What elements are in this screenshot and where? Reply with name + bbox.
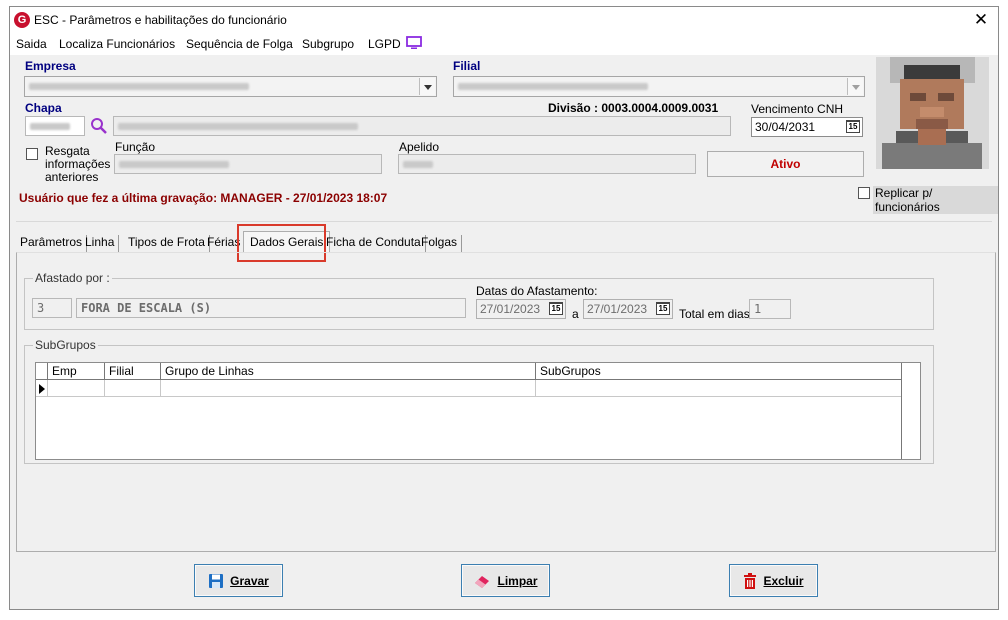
- data-inicio-date[interactable]: 27/01/2023 15: [476, 299, 566, 319]
- apelido-label: Apelido: [399, 140, 440, 154]
- grid-header-subgrupos[interactable]: SubGrupos: [536, 363, 902, 380]
- close-icon[interactable]: ✕: [970, 9, 992, 31]
- funcionario-nome-redacted: [118, 123, 358, 130]
- last-save-info: Usuário que fez a última gravação: MANAG…: [19, 191, 388, 205]
- grid-header-emp[interactable]: Emp: [48, 363, 105, 380]
- menu-sequencia-folga[interactable]: Sequência de Folga: [186, 37, 293, 51]
- grid-header-grupo-linhas[interactable]: Grupo de Linhas: [161, 363, 536, 380]
- menu-lgpd[interactable]: LGPD: [368, 37, 401, 51]
- subgrupos-grid[interactable]: Emp Filial Grupo de Linhas SubGrupos: [35, 362, 921, 460]
- apelido-field: [398, 154, 696, 174]
- gravar-label: Gravar: [230, 573, 269, 588]
- funcao-value-redacted: [119, 161, 229, 168]
- funcao-label: Função: [115, 140, 156, 154]
- limpar-button[interactable]: Limpar: [461, 564, 550, 597]
- eraser-icon: [475, 575, 490, 588]
- menu-saida[interactable]: Saida: [16, 37, 47, 51]
- vencimento-cnh-label: Vencimento CNH: [751, 102, 844, 116]
- apelido-value-redacted: [403, 161, 433, 168]
- row-indicator-cell: [36, 380, 48, 397]
- gravar-button[interactable]: Gravar: [194, 564, 283, 597]
- a-label: a: [572, 307, 579, 321]
- grid-right-border: [901, 363, 902, 459]
- window-title: ESC - Parâmetros e habilitações do funci…: [34, 13, 287, 27]
- replicar-checkbox[interactable]: [858, 187, 870, 199]
- empresa-combo[interactable]: [24, 76, 437, 97]
- chapa-input[interactable]: [25, 116, 85, 136]
- afastado-code-field: 3: [32, 298, 72, 318]
- search-icon[interactable]: [90, 117, 108, 135]
- afastado-legend: Afastado por :: [33, 271, 112, 285]
- save-icon: [209, 573, 224, 588]
- employee-photo: [876, 57, 989, 169]
- grid-header-filial[interactable]: Filial: [105, 363, 161, 380]
- tab-parametros[interactable]: Parâmetros: [18, 235, 88, 252]
- resgata-checkbox[interactable]: [26, 148, 38, 160]
- resgata-label-line2: informações: [45, 157, 111, 171]
- vencimento-cnh-value: 30/04/2031: [755, 120, 816, 134]
- filial-combo[interactable]: [453, 76, 865, 97]
- replicar-label: Replicar p/ funcionários: [873, 186, 998, 214]
- cell-grupo-linhas[interactable]: [161, 380, 536, 397]
- subgrupos-legend: SubGrupos: [33, 338, 98, 352]
- chapa-label: Chapa: [25, 101, 62, 115]
- grid-header: Emp Filial Grupo de Linhas SubGrupos: [36, 363, 902, 380]
- trash-icon: [744, 572, 757, 589]
- afastado-group: Afastado por : 3 FORA DE ESCALA (S) Data…: [24, 271, 934, 330]
- limpar-label: Limpar: [497, 573, 538, 588]
- status-ativo-button[interactable]: Ativo: [707, 151, 864, 177]
- chapa-value-redacted: [30, 123, 70, 130]
- filial-value-redacted: [458, 83, 648, 90]
- chevron-down-icon[interactable]: [419, 78, 435, 95]
- grid-header-indicator: [36, 363, 48, 380]
- title-bar: G ESC - Parâmetros e habilitações do fun…: [10, 7, 998, 33]
- main-window: G ESC - Parâmetros e habilitações do fun…: [9, 6, 999, 610]
- total-dias-label: Total em dias:: [679, 307, 754, 321]
- chevron-down-icon[interactable]: [847, 78, 863, 95]
- row-pointer-icon: [39, 384, 45, 394]
- tab-linha[interactable]: Linha: [83, 235, 120, 252]
- tab-ficha-conduta[interactable]: Ficha de Conduta: [324, 235, 426, 252]
- resgata-label: Resgata informações anteriores: [45, 145, 110, 184]
- menu-bar: Saida Localiza Funcionários Sequência de…: [10, 33, 998, 55]
- divisao-text: Divisão : 0003.0004.0009.0031: [548, 101, 719, 115]
- calendar-icon[interactable]: 15: [656, 302, 670, 315]
- data-fim-date[interactable]: 27/01/2023 15: [583, 299, 673, 319]
- table-row[interactable]: [36, 380, 902, 397]
- tab-folgas[interactable]: Folgas: [419, 235, 463, 252]
- funcao-field: [114, 154, 382, 174]
- subgrupos-group: SubGrupos Emp Filial Grupo de Linhas Sub…: [24, 338, 934, 464]
- cell-filial[interactable]: [105, 380, 161, 397]
- data-fim-value: 27/01/2023: [587, 302, 648, 316]
- menu-localiza-funcionarios[interactable]: Localiza Funcionários: [59, 37, 175, 51]
- calendar-icon[interactable]: 15: [846, 120, 860, 133]
- cell-subgrupos[interactable]: [536, 380, 902, 397]
- vencimento-cnh-date[interactable]: 30/04/2031 15: [751, 117, 863, 137]
- datas-afastamento-label: Datas do Afastamento:: [476, 284, 598, 298]
- total-dias-field: 1: [749, 299, 791, 319]
- excluir-button[interactable]: Excluir: [729, 564, 818, 597]
- tab-tipos-frota[interactable]: Tipos de Frota: [126, 235, 210, 252]
- empresa-label: Empresa: [25, 59, 76, 73]
- divider: [16, 221, 992, 222]
- monitor-icon[interactable]: [406, 36, 422, 50]
- afastado-desc-field: FORA DE ESCALA (S): [76, 298, 466, 318]
- resgata-label-line3: anteriores: [45, 170, 99, 184]
- dados-gerais-panel: Afastado por : 3 FORA DE ESCALA (S) Data…: [16, 252, 996, 552]
- menu-subgrupo[interactable]: Subgrupo: [302, 37, 354, 51]
- excluir-label: Excluir: [763, 573, 804, 588]
- funcionario-nome-field: [113, 116, 731, 136]
- empresa-value-redacted: [29, 83, 249, 90]
- calendar-icon[interactable]: 15: [549, 302, 563, 315]
- app-logo-icon: G: [14, 12, 30, 28]
- cell-emp[interactable]: [48, 380, 105, 397]
- resgata-label-line1: Resgata: [45, 144, 90, 158]
- filial-label: Filial: [453, 59, 481, 73]
- data-inicio-value: 27/01/2023: [480, 302, 541, 316]
